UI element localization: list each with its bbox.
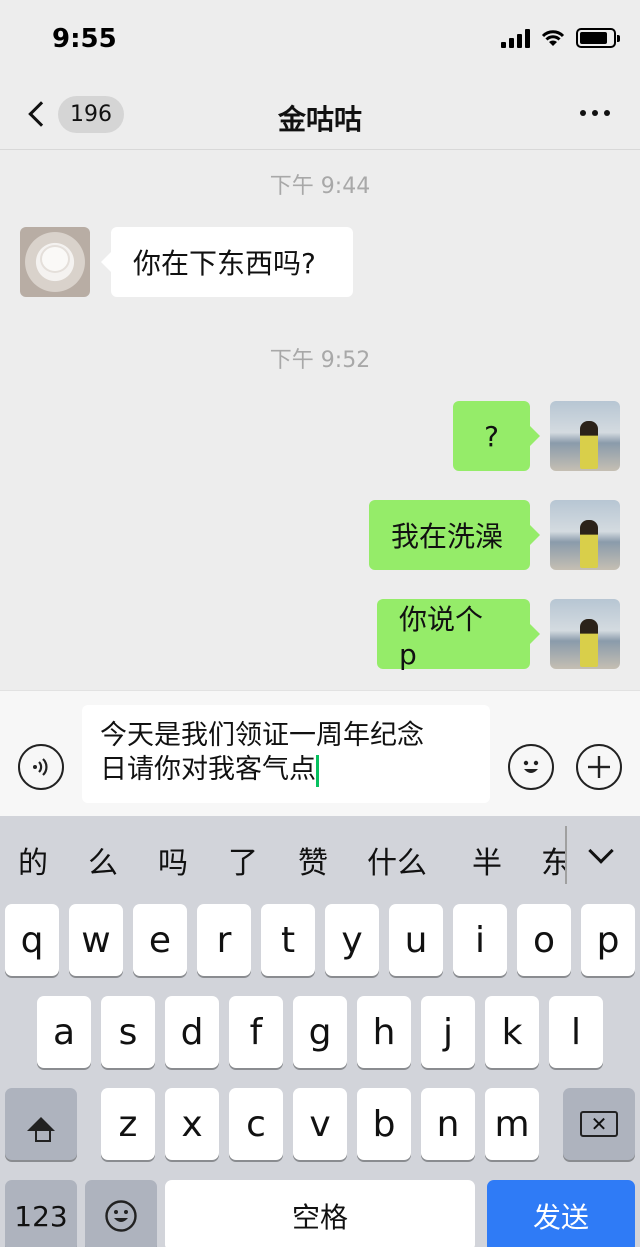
key[interactable]: m <box>485 1088 539 1160</box>
space-key[interactable]: 空格 <box>165 1180 475 1247</box>
candidate-word[interactable]: 赞 <box>298 838 328 882</box>
more-options-icon[interactable] <box>580 110 610 116</box>
smiley-icon <box>523 760 539 773</box>
plus-icon <box>588 756 610 778</box>
cat-face-icon <box>42 247 68 271</box>
key[interactable]: l <box>549 996 603 1068</box>
outgoing-message-bubble[interactable]: 你说个 p <box>377 599 540 671</box>
message-timestamp: 下午 9:52 <box>269 348 371 373</box>
candidate-word[interactable]: 了 <box>228 838 258 882</box>
candidate-word[interactable]: 的 <box>18 838 48 882</box>
key[interactable]: s <box>101 996 155 1068</box>
shift-icon <box>27 1117 55 1142</box>
input-text-line-2: 日请你对我客气点 <box>100 753 472 787</box>
message-timestamp: 下午 9:44 <box>269 174 371 199</box>
status-icons <box>501 28 620 48</box>
key[interactable]: q <box>5 904 59 976</box>
candidate-word[interactable]: 吗 <box>158 838 188 882</box>
status-time: 9:55 <box>52 24 117 54</box>
key[interactable]: d <box>165 996 219 1068</box>
voice-input-button[interactable] <box>18 744 64 790</box>
input-text-line-1: 今天是我们领证一周年纪念 <box>100 720 424 751</box>
emoji-button[interactable] <box>508 744 554 790</box>
battery-icon <box>576 28 620 48</box>
chat-title: 金咕咕 <box>277 103 362 136</box>
candidate-word[interactable]: 么 <box>88 838 118 882</box>
contact-avatar[interactable] <box>20 227 90 297</box>
key[interactable]: x <box>165 1088 219 1160</box>
key[interactable]: p <box>581 904 635 976</box>
key[interactable]: g <box>293 996 347 1068</box>
candidate-word[interactable]: 什么 <box>367 838 427 882</box>
cellular-signal-icon <box>501 28 530 48</box>
key[interactable]: w <box>69 904 123 976</box>
candidate-word[interactable]: 半 <box>472 838 502 882</box>
key[interactable]: c <box>229 1088 283 1160</box>
key[interactable]: e <box>133 904 187 976</box>
message-text-input[interactable]: 今天是我们领证一周年纪念 日请你对我客气点 <box>82 705 490 803</box>
key[interactable]: y <box>325 904 379 976</box>
key[interactable]: k <box>485 996 539 1068</box>
candidate-divider <box>565 826 567 884</box>
key[interactable]: h <box>357 996 411 1068</box>
status-bar: 9:55 <box>0 0 640 80</box>
key[interactable]: i <box>453 904 507 976</box>
emoji-key[interactable] <box>85 1180 157 1247</box>
key[interactable]: t <box>261 904 315 976</box>
key[interactable]: r <box>197 904 251 976</box>
send-key[interactable]: 发送 <box>487 1180 635 1247</box>
key[interactable]: a <box>37 996 91 1068</box>
chat-header: 196 金咕咕 <box>0 80 640 150</box>
key[interactable]: z <box>101 1088 155 1160</box>
chevron-down-icon[interactable] <box>588 838 614 864</box>
key[interactable]: o <box>517 904 571 976</box>
candidate-bar: 的 么 吗 了 赞 什么 半 东 <box>0 816 640 896</box>
shift-key[interactable] <box>5 1088 77 1160</box>
my-avatar[interactable] <box>550 401 620 471</box>
key[interactable]: u <box>389 904 443 976</box>
key[interactable]: j <box>421 996 475 1068</box>
voice-icon <box>33 758 48 776</box>
text-caret <box>316 754 319 787</box>
key[interactable]: f <box>229 996 283 1068</box>
candidate-word[interactable]: 东 <box>541 838 565 882</box>
key[interactable]: v <box>293 1088 347 1160</box>
outgoing-message-bubble[interactable]: ? <box>453 401 540 471</box>
wifi-icon <box>541 30 565 46</box>
incoming-message-bubble[interactable]: 你在下东西吗? <box>101 227 353 297</box>
backspace-icon: ✕ <box>580 1111 618 1137</box>
smiley-icon <box>105 1200 137 1232</box>
delete-key[interactable]: ✕ <box>563 1088 635 1160</box>
outgoing-message-bubble[interactable]: 我在洗澡 <box>369 500 540 570</box>
my-avatar[interactable] <box>550 500 620 570</box>
key[interactable]: n <box>421 1088 475 1160</box>
message-input-bar: 今天是我们领证一周年纪念 日请你对我客气点 <box>0 690 640 816</box>
key[interactable]: b <box>357 1088 411 1160</box>
my-avatar[interactable] <box>550 599 620 669</box>
keyboard: 的 么 吗 了 赞 什么 半 东 q w e r t y u i o p a s… <box>0 816 640 1247</box>
numbers-key[interactable]: 123 <box>5 1180 77 1247</box>
more-functions-button[interactable] <box>576 744 622 790</box>
